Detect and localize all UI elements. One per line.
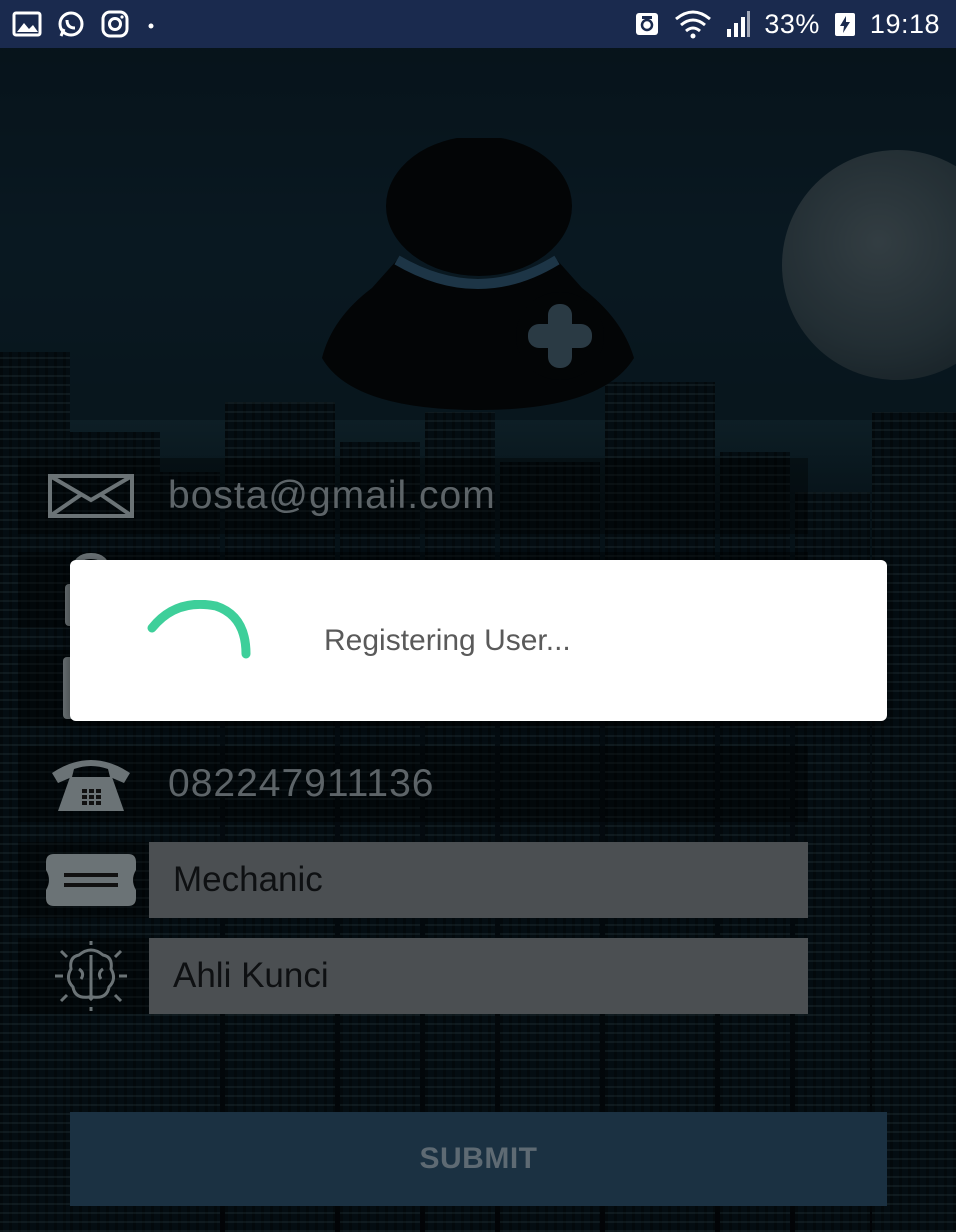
battery-icon [834,11,856,37]
email-field[interactable]: bosta@gmail.com [168,458,496,534]
brain-icon [38,941,144,1011]
dot-icon [144,17,158,31]
dialog-message: Registering User... [324,624,571,657]
wifi-icon [674,9,712,39]
profession-value: Mechanic [173,860,323,899]
loading-spinner [146,599,254,680]
profession-row: Mechanic [18,842,808,918]
id-card-icon [38,852,144,908]
envelope-icon [38,468,144,524]
status-bar: 33% 19:18 [0,0,956,48]
phone-row: 082247911136 [18,746,808,822]
skill-select[interactable]: Ahli Kunci [149,938,808,1014]
signal-icon [726,11,751,37]
submit-button[interactable]: SUBMIT [70,1112,887,1206]
profession-select[interactable]: Mechanic [149,842,808,918]
instagram-icon [100,9,130,39]
clock: 19:18 [869,8,940,39]
telephone-icon [38,756,144,812]
battery-percent: 33% [764,8,820,39]
add-user-icon[interactable] [322,136,634,410]
whatsapp-icon [56,9,86,39]
skill-value: Ahli Kunci [173,956,329,995]
skill-row: Ahli Kunci [18,938,808,1014]
progress-dialog: Registering User... [70,560,887,721]
email-row: bosta@gmail.com [18,458,808,534]
gallery-icon [12,11,42,37]
data-saver-icon [634,11,660,37]
phone-field[interactable]: 082247911136 [168,746,435,822]
